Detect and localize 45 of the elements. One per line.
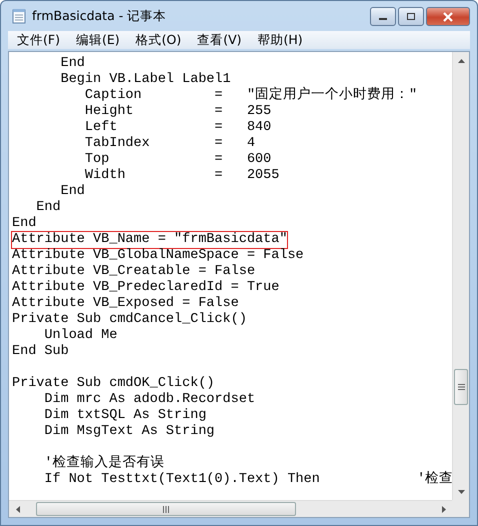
window-title: frmBasicdata - 记事本 — [32, 8, 168, 24]
code-line: Attribute VB_Creatable = False — [12, 264, 256, 280]
scroll-thumb[interactable] — [36, 502, 296, 516]
code-line: End — [36, 200, 61, 216]
code-line: TabIndex = 4 — [84, 136, 256, 152]
code-line: End — [12, 216, 36, 232]
scroll-left-icon[interactable] — [16, 506, 20, 512]
menu-item[interactable]: 格式(O) — [128, 32, 188, 48]
code-line: Dim txtSQL As String — [43, 408, 206, 424]
menu-item[interactable]: 帮助(H) — [250, 32, 310, 48]
code-line: Attribute VB_PredeclaredId = True — [12, 280, 280, 296]
code-line: Caption = "固定用户一个小时费用：" — [84, 88, 418, 104]
maximize-button[interactable] — [398, 7, 424, 26]
code-line: Top = 600 — [84, 152, 272, 168]
code-line: Private Sub cmdOK_Click() — [12, 376, 215, 392]
scroll-right-icon[interactable] — [442, 506, 446, 512]
vertical-scrollbar[interactable] — [452, 52, 469, 500]
code-line: Dim MsgText As String — [43, 424, 215, 440]
menu-item[interactable]: 文件(F) — [10, 32, 67, 48]
scroll-thumb[interactable] — [454, 369, 468, 405]
code-line: Width = 2055 — [84, 168, 280, 184]
maximize-icon — [406, 12, 416, 20]
code-line: End — [60, 184, 85, 200]
menu-item[interactable]: 查看(V) — [190, 32, 249, 48]
code-line: Begin VB.Label Label1 — [60, 72, 231, 88]
minimize-button[interactable] — [370, 7, 396, 26]
code-line: Height = 255 — [84, 104, 272, 120]
horizontal-scrollbar[interactable] — [9, 500, 452, 517]
code-line: End — [60, 56, 85, 72]
code-line: Left = 840 — [84, 120, 272, 136]
scroll-down-icon[interactable] — [458, 490, 465, 494]
code-line: If Not Testtxt(Text1(0).Text) Then '检查 — [43, 472, 452, 488]
code-line: '检查输入是否有误 — [43, 456, 165, 472]
notepad-icon — [12, 8, 26, 24]
scroll-up-icon[interactable] — [458, 58, 465, 62]
highlighted-code-line: Attribute VB_Name = "frmBasicdata" — [12, 232, 288, 248]
menu-item[interactable]: 编辑(E) — [68, 32, 127, 48]
code-line: Dim mrc As adodb.Recordset — [43, 392, 256, 408]
close-icon — [442, 12, 454, 22]
code-line: Unload Me — [43, 328, 118, 344]
code-line: Attribute VB_Exposed = False — [12, 296, 239, 312]
code-line: End Sub — [12, 344, 69, 360]
code-line: Private Sub cmdCancel_Click() — [12, 312, 247, 328]
close-button[interactable] — [426, 7, 470, 26]
code-line: Attribute VB_GlobalNameSpace = False — [12, 248, 304, 264]
